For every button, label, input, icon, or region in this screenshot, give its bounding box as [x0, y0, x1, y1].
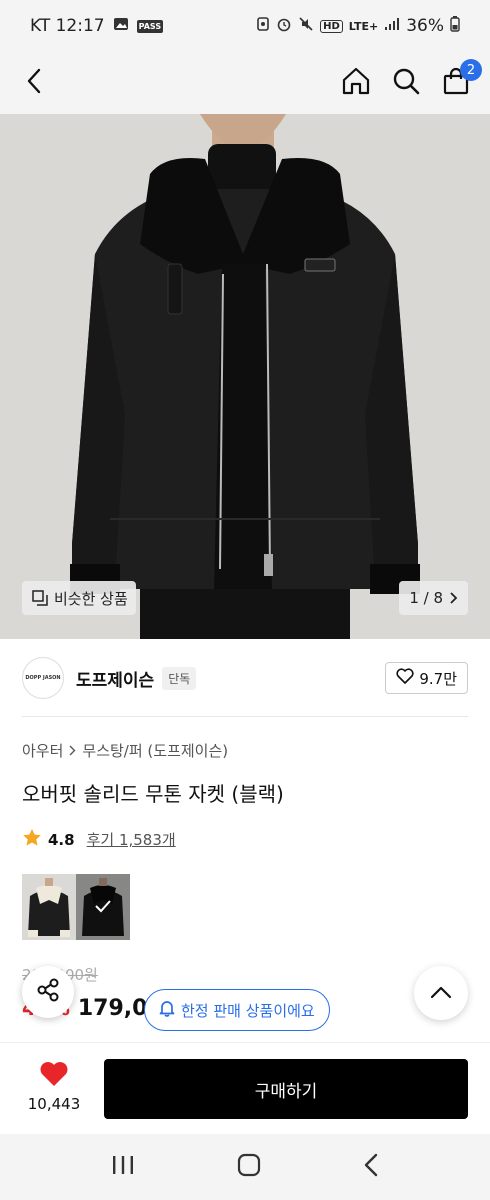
- check-icon: [94, 898, 112, 917]
- recent-apps-button[interactable]: [111, 1155, 135, 1179]
- brand-logo-text: DOPP JASON: [25, 675, 61, 681]
- similar-products-button[interactable]: 비슷한 상품: [22, 581, 136, 615]
- exclusive-tag: 단독: [162, 666, 197, 690]
- limited-sale-notice[interactable]: 한정 판매 상품이에요: [144, 989, 330, 1031]
- system-nav-bar: [0, 1134, 490, 1200]
- chevron-right-icon: [449, 591, 458, 605]
- signal-icon: [384, 16, 400, 36]
- chevron-right-icon: [69, 742, 76, 760]
- pass-icon: PASS: [136, 19, 164, 33]
- cart-count-badge: 2: [460, 59, 482, 81]
- brand-like-count: 9.7만: [419, 669, 457, 688]
- share-icon: [35, 977, 61, 1007]
- breadcrumb: 아우터 무스탕/퍼 (도프제이슨): [22, 740, 228, 761]
- cart-button[interactable]: 2: [440, 59, 482, 99]
- home-button[interactable]: [340, 67, 372, 99]
- rating-value: 4.8: [48, 830, 75, 849]
- notification-icon: [256, 16, 270, 37]
- breadcrumb-item-outer[interactable]: 아우터: [22, 740, 63, 761]
- carrier-time: KT 12:17: [30, 16, 105, 36]
- chevron-up-icon: [430, 984, 452, 1003]
- brand-name[interactable]: 도프제이슨: [76, 666, 154, 691]
- wishlist-button[interactable]: 10,443: [22, 1061, 86, 1113]
- color-option-black[interactable]: [76, 874, 130, 940]
- heart-outline-icon: [396, 668, 414, 688]
- brand-logo[interactable]: DOPP JASON: [22, 657, 64, 699]
- gallery-icon: [113, 16, 129, 37]
- product-image-carousel[interactable]: 비슷한 상품 1 / 8: [0, 114, 490, 639]
- color-option-cream-collar[interactable]: [22, 874, 76, 940]
- similar-products-label: 비슷한 상품: [54, 589, 128, 608]
- battery-icon: [450, 15, 460, 37]
- color-options: [22, 874, 130, 940]
- brand-row: DOPP JASON 도프제이슨 단독 9.7만: [22, 652, 468, 704]
- review-link[interactable]: 후기 1,583개: [87, 829, 176, 850]
- battery-percent: 36%: [406, 16, 444, 36]
- search-button[interactable]: [390, 67, 422, 99]
- lte-icon: LTE+: [348, 19, 379, 33]
- home-icon: [341, 66, 371, 100]
- home-nav-button[interactable]: [237, 1153, 261, 1181]
- buy-button[interactable]: 구매하기: [104, 1059, 468, 1119]
- product-photo: [0, 114, 490, 639]
- top-nav: 2: [0, 52, 490, 114]
- breadcrumb-item-category[interactable]: 무스탕/퍼 (도프제이슨): [82, 740, 228, 761]
- product-page: KT 12:17 PASS HD LTE+ 36% 2 비슷한 상품 1 / 8…: [0, 0, 490, 1200]
- mute-icon: [298, 16, 314, 37]
- status-bar: KT 12:17 PASS HD LTE+ 36%: [0, 0, 490, 52]
- wishlist-count: 10,443: [27, 1095, 81, 1113]
- back-nav-button[interactable]: [363, 1153, 379, 1181]
- thumbnail-image: [22, 874, 76, 940]
- purchase-bar: 10,443 구매하기: [0, 1042, 490, 1134]
- selected-overlay: [76, 874, 130, 940]
- product-title: 오버핏 솔리드 무톤 자켓 (블랙): [22, 782, 284, 806]
- alarm-icon: [276, 16, 292, 37]
- heart-filled-icon: [39, 1061, 69, 1091]
- bell-icon: [159, 999, 175, 1021]
- hd-icon: HD: [320, 19, 343, 33]
- copy-icon: [32, 590, 48, 606]
- divider: [22, 716, 468, 717]
- star-icon: [22, 828, 42, 851]
- scroll-top-button[interactable]: [414, 966, 468, 1020]
- search-icon: [392, 67, 420, 99]
- page-counter-label: 1 / 8: [409, 589, 443, 607]
- share-button[interactable]: [22, 966, 74, 1018]
- limited-sale-label: 한정 판매 상품이에요: [181, 1001, 315, 1020]
- back-button[interactable]: [18, 67, 50, 99]
- chevron-left-icon: [25, 68, 43, 98]
- rating-row: 4.8 후기 1,583개: [22, 828, 176, 851]
- image-page-counter[interactable]: 1 / 8: [399, 581, 468, 615]
- brand-like-button[interactable]: 9.7만: [385, 662, 468, 694]
